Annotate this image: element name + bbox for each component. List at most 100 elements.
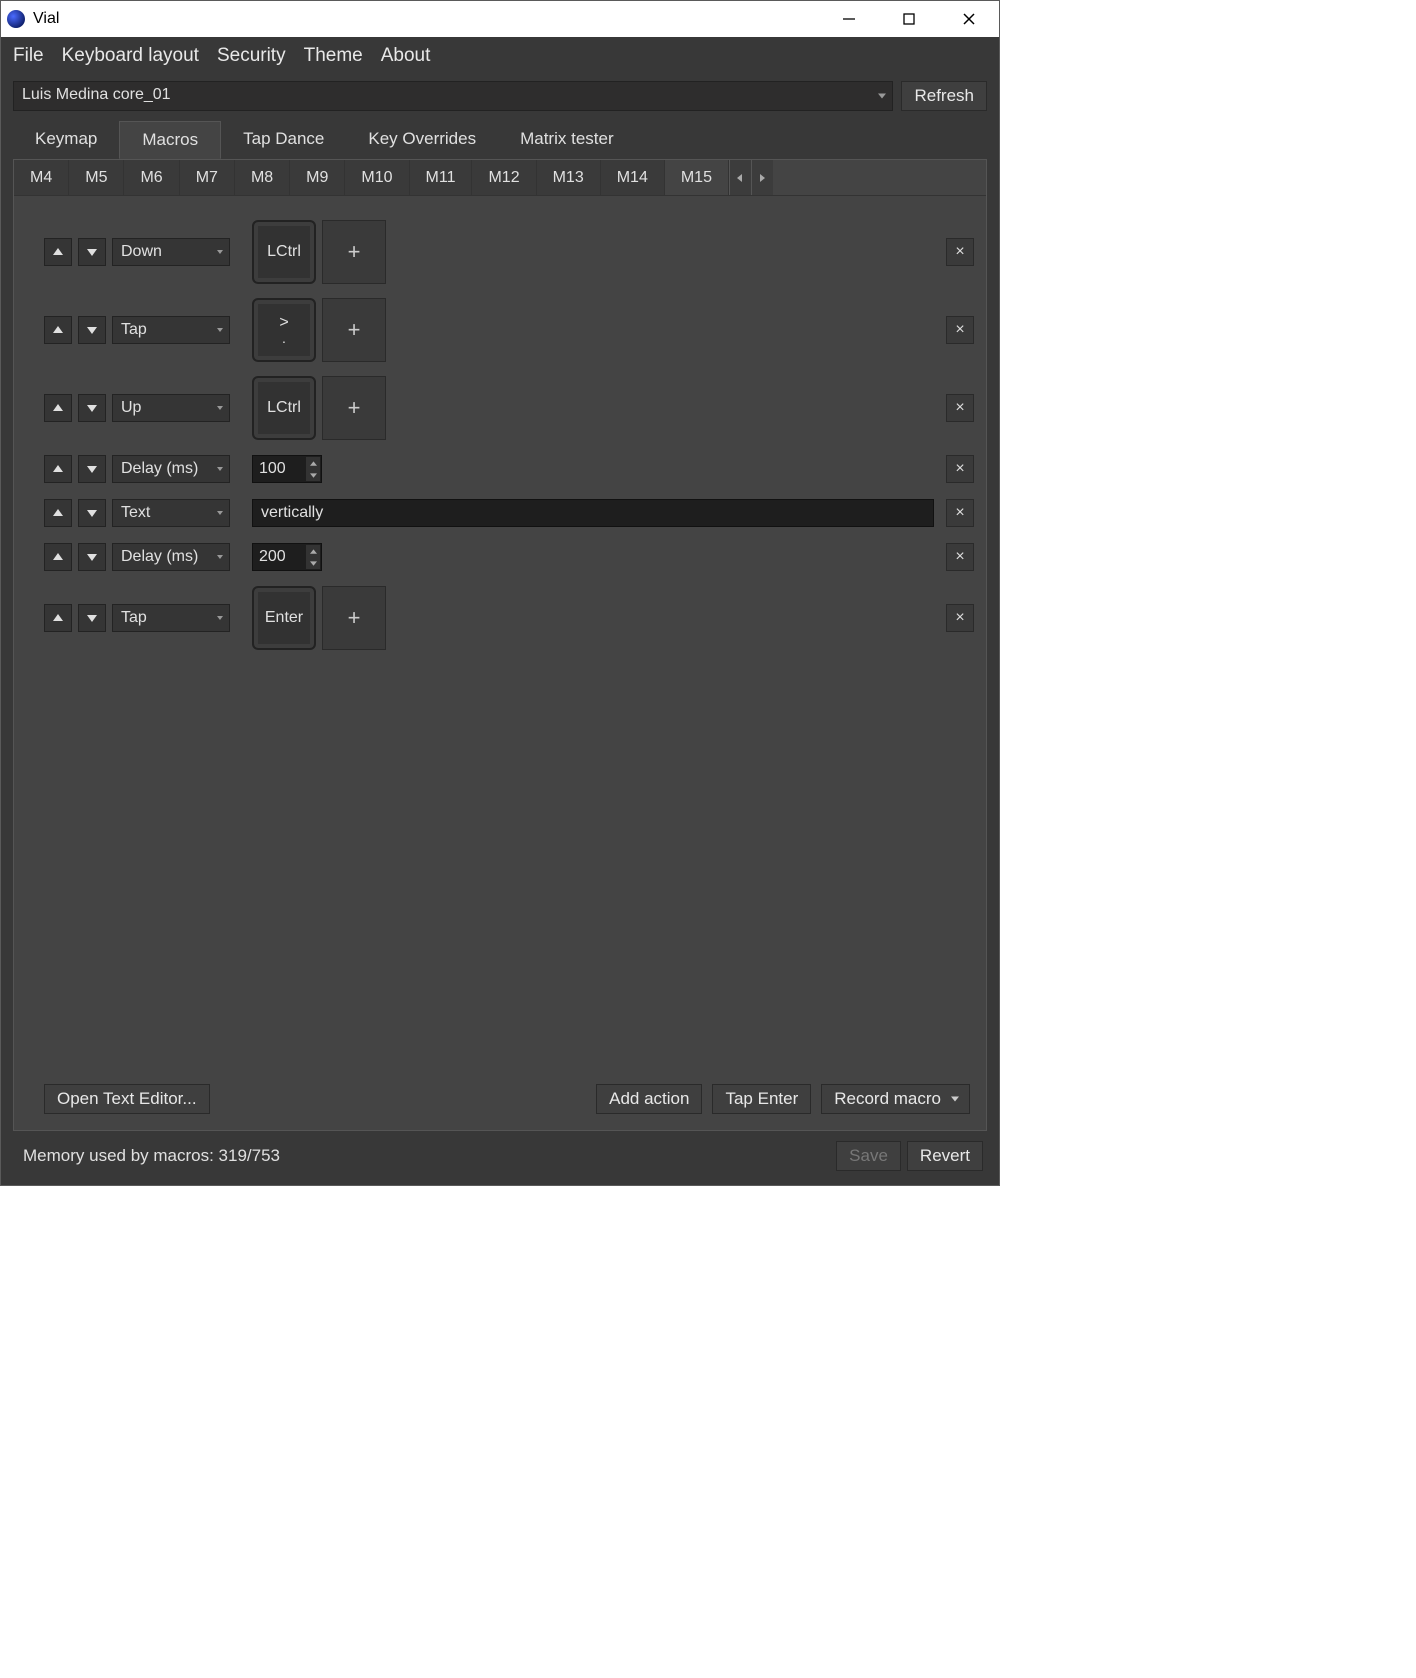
action-type-select[interactable]: Tap <box>112 604 230 632</box>
keycap[interactable]: LCtrl <box>252 220 316 284</box>
maximize-button[interactable] <box>879 1 939 37</box>
main-tabs: Keymap Macros Tap Dance Key Overrides Ma… <box>13 121 987 159</box>
macro-tab-m6[interactable]: M6 <box>124 160 179 195</box>
record-macro-button[interactable]: Record macro <box>821 1084 970 1114</box>
move-up-button[interactable] <box>44 316 72 344</box>
action-row: Text vertically × <box>44 498 974 528</box>
status-bar: Memory used by macros: 319/753 Save Reve… <box>1 1131 999 1185</box>
action-type-select[interactable]: Text <box>112 499 230 527</box>
macro-tabs-scroll-right[interactable] <box>751 160 773 195</box>
text-input[interactable]: vertically <box>252 499 934 527</box>
tab-keymap[interactable]: Keymap <box>13 121 119 159</box>
macro-tab-m10[interactable]: M10 <box>345 160 409 195</box>
macro-tab-m12[interactable]: M12 <box>472 160 536 195</box>
keycap[interactable]: > . <box>252 298 316 362</box>
keycap[interactable]: LCtrl <box>252 376 316 440</box>
keycap[interactable]: Enter <box>252 586 316 650</box>
number-spinner[interactable] <box>306 545 320 569</box>
spin-up-icon[interactable] <box>306 545 320 557</box>
device-select-value: Luis Medina core_01 <box>22 86 171 103</box>
action-row: Up LCtrl + × <box>44 376 974 440</box>
macro-tabs: M4 M5 M6 M7 M8 M9 M10 M11 M12 M13 M14 M1… <box>14 160 986 196</box>
add-key-button[interactable]: + <box>322 586 386 650</box>
menu-security[interactable]: Security <box>217 45 286 67</box>
macro-tab-m8[interactable]: M8 <box>235 160 290 195</box>
macro-tabs-scroll-left[interactable] <box>729 160 751 195</box>
add-key-button[interactable]: + <box>322 220 386 284</box>
action-type-select[interactable]: Delay (ms) <box>112 543 230 571</box>
add-key-button[interactable]: + <box>322 298 386 362</box>
titlebar: Vial <box>1 1 999 37</box>
move-up-button[interactable] <box>44 455 72 483</box>
device-row: Luis Medina core_01 Refresh <box>1 75 999 121</box>
macro-actions: Down LCtrl + × Tap > . + × <box>14 196 986 1130</box>
macro-tab-m7[interactable]: M7 <box>180 160 235 195</box>
delete-action-button[interactable]: × <box>946 604 974 632</box>
action-type-select[interactable]: Down <box>112 238 230 266</box>
delete-action-button[interactable]: × <box>946 499 974 527</box>
app-title: Vial <box>33 10 59 28</box>
move-down-button[interactable] <box>78 238 106 266</box>
menu-keyboard-layout[interactable]: Keyboard layout <box>62 45 199 67</box>
move-down-button[interactable] <box>78 499 106 527</box>
action-type-select[interactable]: Delay (ms) <box>112 455 230 483</box>
menu-file[interactable]: File <box>13 45 44 67</box>
move-down-button[interactable] <box>78 394 106 422</box>
open-text-editor-button[interactable]: Open Text Editor... <box>44 1084 210 1114</box>
app-icon <box>7 10 25 28</box>
action-row: Tap Enter + × <box>44 586 974 650</box>
move-up-button[interactable] <box>44 238 72 266</box>
menubar: File Keyboard layout Security Theme Abou… <box>1 37 999 75</box>
action-row: Delay (ms) 100 × <box>44 454 974 484</box>
action-type-select[interactable]: Tap <box>112 316 230 344</box>
device-select[interactable]: Luis Medina core_01 <box>13 81 893 111</box>
move-up-button[interactable] <box>44 543 72 571</box>
action-type-select[interactable]: Up <box>112 394 230 422</box>
add-action-button[interactable]: Add action <box>596 1084 702 1114</box>
move-down-button[interactable] <box>78 604 106 632</box>
content-area: M4 M5 M6 M7 M8 M9 M10 M11 M12 M13 M14 M1… <box>13 159 987 1131</box>
memory-status: Memory used by macros: 319/753 <box>23 1146 280 1166</box>
action-row: Down LCtrl + × <box>44 220 974 284</box>
delete-action-button[interactable]: × <box>946 238 974 266</box>
add-key-button[interactable]: + <box>322 376 386 440</box>
move-down-button[interactable] <box>78 455 106 483</box>
move-down-button[interactable] <box>78 543 106 571</box>
delay-input[interactable]: 200 <box>252 543 322 571</box>
tab-macros[interactable]: Macros <box>119 121 221 159</box>
tap-enter-button[interactable]: Tap Enter <box>712 1084 811 1114</box>
delete-action-button[interactable]: × <box>946 543 974 571</box>
macro-tab-m9[interactable]: M9 <box>290 160 345 195</box>
refresh-button[interactable]: Refresh <box>901 81 987 111</box>
menu-about[interactable]: About <box>381 45 431 67</box>
spin-down-icon[interactable] <box>306 557 320 569</box>
delete-action-button[interactable]: × <box>946 455 974 483</box>
spin-up-icon[interactable] <box>306 457 320 469</box>
minimize-button[interactable] <box>819 1 879 37</box>
move-down-button[interactable] <box>78 316 106 344</box>
move-up-button[interactable] <box>44 394 72 422</box>
macro-tab-m4[interactable]: M4 <box>14 160 69 195</box>
save-button[interactable]: Save <box>836 1141 901 1171</box>
spin-down-icon[interactable] <box>306 469 320 481</box>
macro-tab-m5[interactable]: M5 <box>69 160 124 195</box>
delay-input[interactable]: 100 <box>252 455 322 483</box>
close-window-button[interactable] <box>939 1 999 37</box>
macro-tab-m11[interactable]: M11 <box>410 160 473 195</box>
macro-tab-m15[interactable]: M15 <box>665 160 729 195</box>
menu-theme[interactable]: Theme <box>304 45 363 67</box>
macro-tab-m14[interactable]: M14 <box>601 160 665 195</box>
tab-matrix-tester[interactable]: Matrix tester <box>498 121 636 159</box>
tab-key-overrides[interactable]: Key Overrides <box>346 121 498 159</box>
macro-toolbar: Open Text Editor... Add action Tap Enter… <box>44 1084 974 1118</box>
app-window: Vial File Keyboard layout Security Theme… <box>0 0 1000 1186</box>
action-row: Delay (ms) 200 × <box>44 542 974 572</box>
delete-action-button[interactable]: × <box>946 316 974 344</box>
tab-tap-dance[interactable]: Tap Dance <box>221 121 346 159</box>
macro-tab-m13[interactable]: M13 <box>537 160 601 195</box>
number-spinner[interactable] <box>306 457 320 481</box>
move-up-button[interactable] <box>44 499 72 527</box>
delete-action-button[interactable]: × <box>946 394 974 422</box>
revert-button[interactable]: Revert <box>907 1141 983 1171</box>
move-up-button[interactable] <box>44 604 72 632</box>
